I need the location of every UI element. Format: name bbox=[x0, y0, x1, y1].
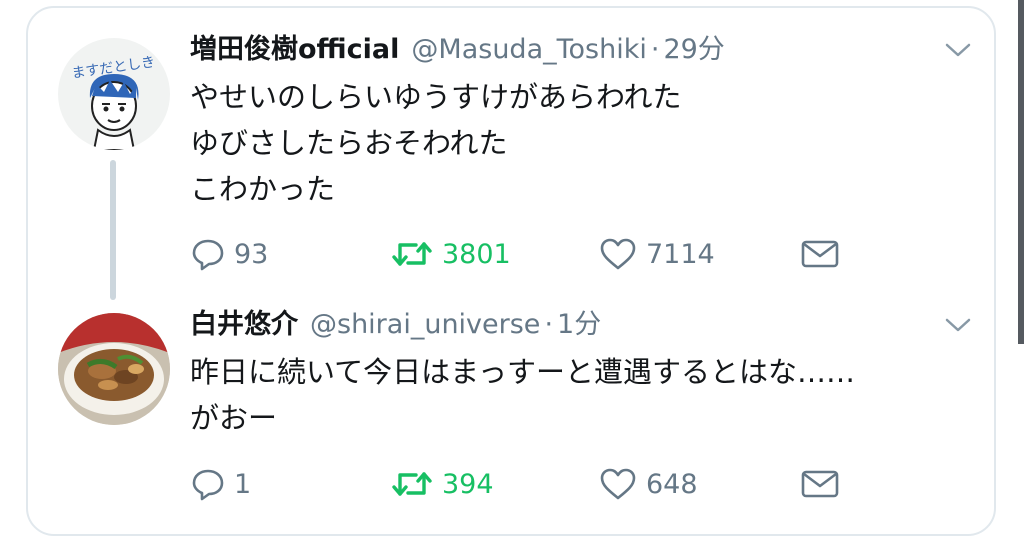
retweet-button[interactable]: 3801 bbox=[390, 232, 511, 276]
like-count: 7114 bbox=[646, 238, 715, 270]
tweet-text-line: ゆびさしたらおそわれた bbox=[190, 126, 508, 160]
food-photo-avatar-icon bbox=[58, 313, 170, 425]
thread-connector-line bbox=[110, 160, 116, 300]
chevron-down-icon[interactable] bbox=[944, 315, 972, 335]
reply-count: 93 bbox=[234, 238, 269, 270]
dm-icon bbox=[801, 240, 839, 268]
display-name[interactable]: 増田俊樹official bbox=[190, 30, 399, 70]
cartoon-face-avatar-icon: ますだとしき bbox=[71, 54, 156, 150]
scroll-indicator bbox=[1018, 0, 1024, 344]
retweet-icon bbox=[392, 472, 432, 496]
tweet-text-line: がおー bbox=[190, 401, 278, 435]
direct-message-button[interactable] bbox=[800, 462, 848, 506]
timestamp[interactable]: 1分 bbox=[557, 305, 601, 345]
retweet-count: 3801 bbox=[442, 238, 511, 270]
tweet-text-line: やせいのしらいゆうすけがあらわれた bbox=[190, 80, 682, 114]
reply-icon bbox=[192, 469, 224, 501]
like-icon bbox=[600, 468, 636, 500]
separator-dot: · bbox=[650, 34, 660, 65]
tweet-actions: 93 3801 7114 bbox=[190, 232, 890, 276]
retweet-button[interactable]: 394 bbox=[390, 462, 494, 506]
retweet-count: 394 bbox=[442, 468, 494, 500]
reply-icon bbox=[192, 239, 224, 271]
reply-count: 1 bbox=[234, 468, 252, 500]
separator-dot: · bbox=[544, 309, 554, 340]
avatar[interactable] bbox=[58, 313, 170, 425]
chevron-down-icon[interactable] bbox=[944, 40, 972, 60]
tweet-text: 昨日に続いて今日はまっすーと遭遇するとはな…… がおー bbox=[190, 349, 855, 441]
reply-button[interactable]: 1 bbox=[190, 462, 251, 506]
tweet-text: やせいのしらいゆうすけがあらわれた ゆびさしたらおそわれた こわかった bbox=[190, 74, 682, 212]
tweet-text-line: 昨日に続いて今日はまっすーと遭遇するとはな…… bbox=[190, 355, 855, 389]
user-handle[interactable]: @Masuda_Toshiki bbox=[411, 30, 646, 70]
retweet-icon bbox=[392, 242, 432, 266]
timestamp[interactable]: 29分 bbox=[663, 30, 724, 70]
user-handle[interactable]: @shirai_universe bbox=[310, 305, 540, 345]
display-name[interactable]: 白井悠介 bbox=[190, 305, 298, 345]
tweet-actions: 1 394 648 bbox=[190, 462, 890, 506]
direct-message-button[interactable] bbox=[800, 232, 848, 276]
dm-icon bbox=[801, 470, 839, 498]
like-button[interactable]: 648 bbox=[598, 462, 698, 506]
tweet-text-line: こわかった bbox=[190, 172, 336, 206]
tweet-header: 増田俊樹official @Masuda_Toshiki · 29分 bbox=[190, 30, 725, 70]
tweet-header: 白井悠介 @shirai_universe · 1分 bbox=[190, 305, 601, 345]
like-button[interactable]: 7114 bbox=[598, 232, 715, 276]
reply-button[interactable]: 93 bbox=[190, 232, 268, 276]
like-count: 648 bbox=[646, 468, 698, 500]
avatar[interactable]: ますだとしき bbox=[58, 38, 170, 150]
like-icon bbox=[600, 238, 636, 270]
